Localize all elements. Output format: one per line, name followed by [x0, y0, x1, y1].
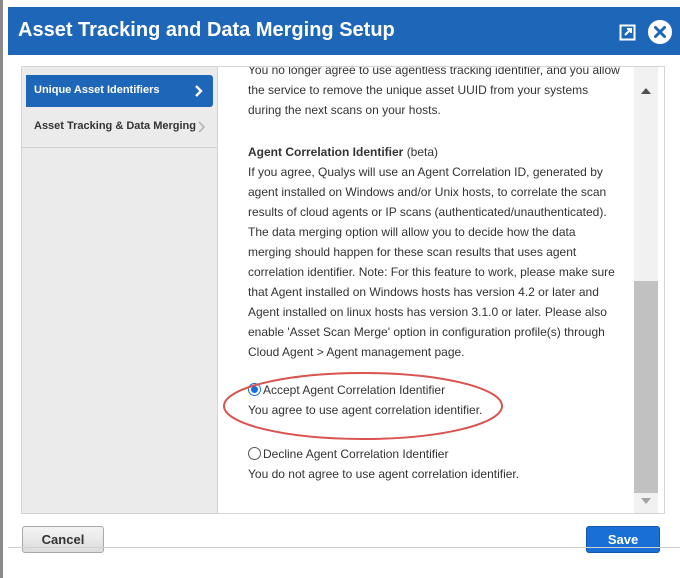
- content-panel: You no longer agree to use agentless tra…: [218, 67, 664, 513]
- content-scrollbar[interactable]: [634, 67, 658, 513]
- decline-option-label: Decline Agent Correlation Identifier: [263, 447, 449, 461]
- sidebar: Unique Asset Identifiers Asset Tracking …: [22, 67, 218, 513]
- description-line: correlation identifier. Note: For this f…: [248, 265, 615, 279]
- section-title: Agent Correlation Identifier (beta): [248, 142, 620, 162]
- scroll-down-icon[interactable]: [641, 497, 651, 505]
- dialog-body: Unique Asset Identifiers Asset Tracking …: [21, 66, 665, 514]
- description-line: If you agree, Qualys will use an Agent C…: [248, 165, 603, 179]
- decline-option-description: You do not agree to use agent correlatio…: [248, 467, 520, 481]
- description-line: Agent installed on linux hosts has versi…: [248, 305, 607, 319]
- section-title-text: Agent Correlation Identifier: [248, 145, 404, 159]
- description-line: The data merging option will allow you t…: [248, 225, 576, 239]
- description-line: results of cloud agents or IP scans (aut…: [248, 205, 607, 219]
- footer-divider: [8, 547, 680, 548]
- dialog-titlebar: Asset Tracking and Data Merging Setup: [8, 7, 680, 55]
- sidebar-item-label: Asset Tracking & Data Merging: [34, 120, 196, 132]
- cancel-button[interactable]: Cancel: [22, 526, 104, 553]
- description-line: merging should happen for these scan res…: [248, 245, 577, 259]
- chevron-right-icon: [198, 121, 206, 133]
- scroll-up-icon[interactable]: [641, 87, 651, 95]
- decline-radio[interactable]: [248, 447, 261, 460]
- description-line: enable 'Asset Scan Merge' option in conf…: [248, 325, 605, 339]
- setup-dialog: Asset Tracking and Data Merging Setup Un…: [8, 7, 680, 578]
- sidebar-item-unique-asset-identifiers[interactable]: Unique Asset Identifiers: [26, 75, 213, 107]
- intro-line: You no longer agree to use agentless tra…: [248, 67, 620, 77]
- intro-line: during the next scans on your hosts.: [248, 103, 441, 117]
- sidebar-item-asset-tracking[interactable]: Asset Tracking & Data Merging: [22, 111, 217, 143]
- close-icon[interactable]: [648, 20, 672, 44]
- popout-icon[interactable]: [619, 24, 636, 41]
- sidebar-divider: [22, 147, 217, 148]
- dialog-title: Asset Tracking and Data Merging Setup: [18, 19, 395, 41]
- beta-label: (beta): [406, 145, 439, 159]
- description-line: agent installed on Windows and/or Unix h…: [248, 185, 607, 199]
- highlight-annotation: [223, 372, 503, 440]
- decline-option-row[interactable]: Decline Agent Correlation Identifier: [248, 444, 620, 464]
- scroll-thumb[interactable]: [634, 281, 658, 493]
- description-line: Cloud Agent > Agent management page.: [248, 345, 465, 359]
- sidebar-item-label: Unique Asset Identifiers: [34, 84, 160, 96]
- chevron-right-icon: [195, 85, 203, 97]
- intro-line: the service to remove the unique asset U…: [248, 83, 589, 97]
- description-line: that Agent installed on Windows hosts ha…: [248, 285, 599, 299]
- window-edge: [0, 0, 3, 578]
- save-button[interactable]: Save: [586, 526, 660, 553]
